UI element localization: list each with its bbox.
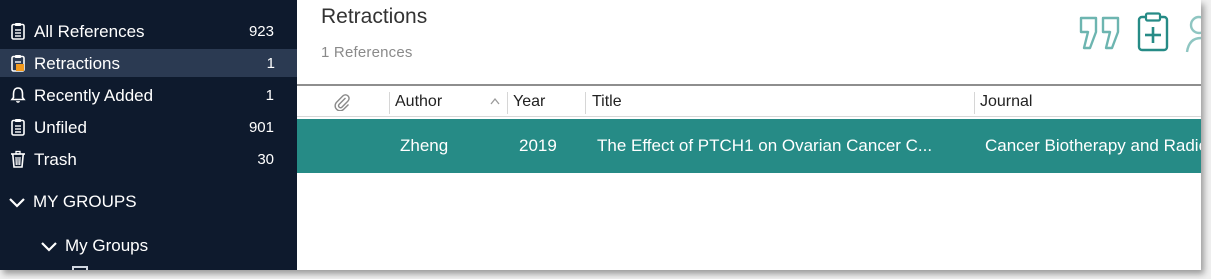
sidebar-item-label: All References (34, 22, 145, 41)
sidebar-item-count: 901 (248, 119, 274, 136)
subgroup-label: My Groups (65, 236, 149, 255)
clipboard-icon (11, 23, 25, 40)
my-groups-subgroup[interactable]: My Groups (40, 234, 148, 258)
cell-year: 2019 (519, 136, 557, 155)
group-item-icon (72, 266, 88, 270)
sidebar-item-label: Unfiled (34, 118, 87, 137)
sidebar-item-trash[interactable]: Trash 30 (0, 145, 297, 173)
reference-count: 1 References (321, 44, 413, 61)
app-window: All References 923 Retractions 1 Recentl… (0, 0, 1201, 270)
column-header-author[interactable]: Author (395, 93, 442, 111)
cell-title: The Effect of PTCH1 on Ovarian Cancer C.… (597, 136, 933, 155)
sidebar-item-count: 1 (265, 87, 274, 104)
sidebar-item-label: Trash (34, 150, 77, 169)
sidebar-item-label: Recently Added (34, 86, 154, 105)
page-title: Retractions (321, 5, 428, 28)
sidebar-item-recently-added[interactable]: Recently Added 1 (0, 81, 297, 109)
cell-author: Zheng (400, 136, 449, 155)
clipboard-icon (11, 119, 25, 136)
trash-icon (11, 150, 25, 168)
main-panel: Retractions 1 References Author Year Tit… (297, 0, 1201, 270)
quote-icon[interactable] (1078, 16, 1122, 50)
column-divider[interactable] (507, 92, 508, 114)
sidebar-item-count: 1 (266, 55, 275, 72)
user-icon[interactable] (1185, 14, 1201, 54)
table-header: Author Year Title Journal (297, 84, 1201, 117)
sidebar-item-count: 923 (248, 23, 274, 40)
table-row[interactable]: Zheng 2019 The Effect of PTCH1 on Ovaria… (297, 119, 1201, 173)
sidebar-item-retractions[interactable]: Retractions 1 (0, 49, 297, 77)
add-to-clipboard-icon[interactable] (1137, 12, 1169, 52)
column-divider[interactable] (974, 92, 975, 114)
chevron-down-icon (41, 242, 57, 252)
my-groups-section-header[interactable]: MY GROUPS (8, 190, 137, 214)
column-divider[interactable] (585, 92, 586, 114)
sidebar-item-unfiled[interactable]: Unfiled 901 (0, 113, 297, 141)
sidebar-item-count: 30 (257, 151, 274, 168)
chevron-down-icon (9, 198, 25, 208)
sidebar-item-label: Retractions (34, 54, 120, 73)
column-header-year[interactable]: Year (513, 93, 545, 111)
column-divider[interactable] (389, 92, 390, 114)
sort-ascending-icon[interactable] (490, 97, 500, 105)
section-label: MY GROUPS (33, 192, 137, 211)
sidebar: All References 923 Retractions 1 Recentl… (0, 0, 297, 270)
paperclip-icon[interactable] (333, 93, 351, 111)
sidebar-item-all-references[interactable]: All References 923 (0, 17, 297, 45)
cell-journal: Cancer Biotherapy and Radiopharmaceutica… (985, 136, 1201, 155)
bell-icon (10, 87, 26, 103)
column-header-journal[interactable]: Journal (980, 93, 1032, 111)
retraction-clipboard-icon (11, 55, 25, 72)
column-header-title[interactable]: Title (592, 93, 622, 111)
